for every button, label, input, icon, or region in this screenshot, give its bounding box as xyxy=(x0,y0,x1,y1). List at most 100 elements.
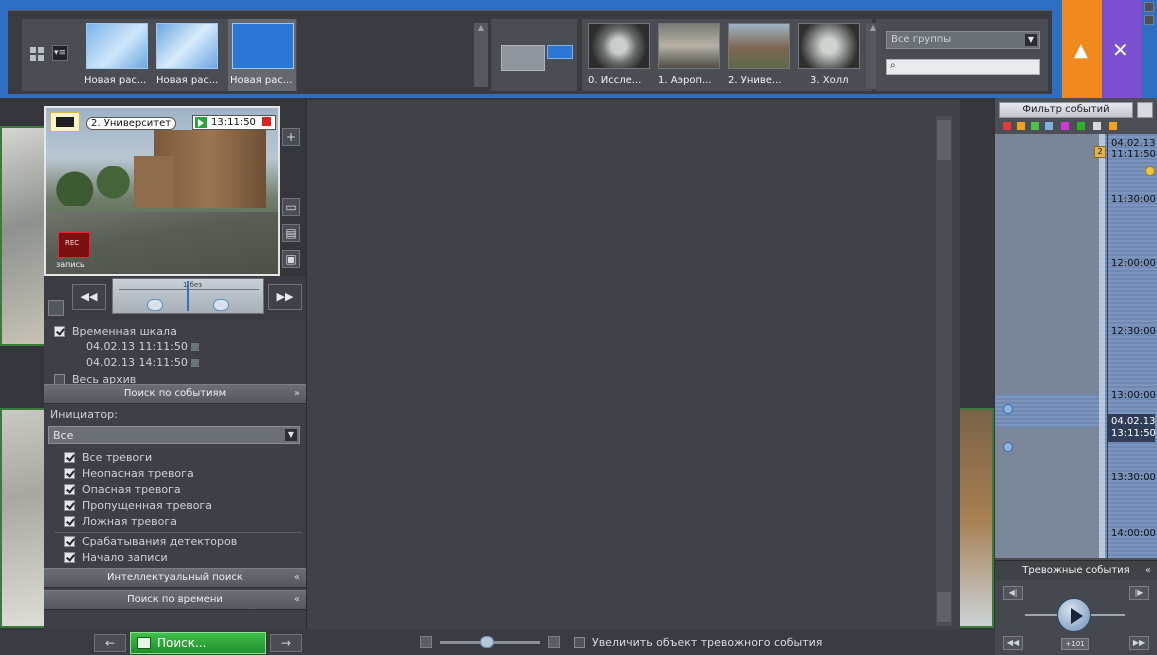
zoom-alarm-checkbox[interactable] xyxy=(574,637,585,648)
detector-icon[interactable] xyxy=(1077,122,1085,130)
calendar-icon[interactable] xyxy=(190,343,199,351)
rewind-button[interactable]: ◀◀ xyxy=(1003,636,1023,650)
monitor-icon[interactable]: ▭ xyxy=(282,198,300,216)
camera-search-input[interactable]: ⌕ xyxy=(886,59,1040,75)
alarm-type-checkbox[interactable] xyxy=(64,516,75,527)
step-forward-button[interactable]: ▶▶ xyxy=(268,284,302,310)
camera-icon[interactable] xyxy=(50,112,80,132)
time-label: 12:00:00 xyxy=(1111,258,1156,269)
alarm-type-label: Пропущенная тревога xyxy=(82,499,212,512)
fast-forward-button[interactable]: ▶▶ xyxy=(1129,636,1149,650)
toolbar-panel: ▾≡ Новая рас... Новая рас... Новая рас..… xyxy=(8,10,1052,94)
calendar-icon[interactable] xyxy=(190,359,199,367)
alarm-type-checkbox[interactable] xyxy=(64,484,75,495)
step-back-button[interactable]: ◀◀ xyxy=(72,284,106,310)
zoom-in-icon[interactable] xyxy=(548,636,560,648)
green-flag-icon[interactable] xyxy=(1031,122,1039,130)
prev-event-button[interactable]: ◀| xyxy=(1003,586,1023,600)
alarm-type-all[interactable]: Все тревоги xyxy=(44,450,306,466)
background-camera-left-bottom[interactable] xyxy=(0,408,48,628)
alarm-type-dangerous[interactable]: Опасная тревога xyxy=(44,482,306,498)
calendar-icon[interactable] xyxy=(1137,102,1153,118)
event-marker-icon[interactable] xyxy=(1003,404,1013,414)
record-start-option[interactable]: Начало записи xyxy=(44,550,306,566)
speed-up-icon[interactable] xyxy=(213,299,229,311)
time-search-header[interactable]: Поиск по времени « xyxy=(44,590,306,610)
archive-icon[interactable]: ▣ xyxy=(282,250,300,268)
background-camera-right[interactable] xyxy=(958,408,994,628)
forward-arrow-icon[interactable]: → xyxy=(270,634,302,652)
playback-controls: ◀◀ 1 без ▶▶ xyxy=(44,276,306,320)
red-flag-icon[interactable] xyxy=(1003,122,1011,130)
slow-down-icon[interactable] xyxy=(147,299,163,311)
zoom-in-icon[interactable]: + xyxy=(282,128,300,146)
date-from[interactable]: 04.02.13 11:11:50 xyxy=(86,340,348,356)
playback-scale-label: 1 без xyxy=(183,281,203,289)
events-filter-button[interactable]: Фильтр событий xyxy=(999,102,1133,118)
camera-window[interactable]: 2. Университет 13:11:50 запись xyxy=(44,106,280,276)
timeline-cursor[interactable] xyxy=(1099,134,1105,558)
timeline-start: 04.02.13 11:11:50 xyxy=(1111,138,1156,160)
camera-thumb-3[interactable] xyxy=(798,23,860,69)
alarm-type-checkbox[interactable] xyxy=(64,452,75,463)
timeline-checkbox[interactable] xyxy=(54,326,65,337)
layout-thumb-1[interactable] xyxy=(86,23,148,69)
timeline-marker[interactable]: 2 xyxy=(1094,146,1106,158)
pin-icon[interactable] xyxy=(1144,2,1154,12)
hand-icon[interactable] xyxy=(48,300,64,316)
alarm-type-checkbox[interactable] xyxy=(64,500,75,511)
initiator-select[interactable]: Все ▼ xyxy=(48,426,300,444)
zoom-out-icon[interactable] xyxy=(420,636,432,648)
orange-flag-icon[interactable] xyxy=(1017,122,1025,130)
layout-thumb-3[interactable] xyxy=(232,23,294,69)
record-start-checkbox[interactable] xyxy=(64,552,75,563)
background-camera-left-top[interactable] xyxy=(0,126,48,346)
export-icon[interactable]: ▤ xyxy=(282,224,300,242)
alarm-type-false[interactable]: Ложная тревога xyxy=(44,514,306,530)
alarm-type-missed[interactable]: Пропущенная тревога xyxy=(44,498,306,514)
speed-badge[interactable]: +101 xyxy=(1061,638,1089,650)
groups-select-value: Все группы xyxy=(891,34,952,45)
camera-thumb-2[interactable] xyxy=(728,23,790,69)
search-button-label: Поиск... xyxy=(157,636,207,650)
detectors-option[interactable]: Срабатывания детекторов xyxy=(44,534,306,550)
date-to-value: 04.02.13 14:11:50 xyxy=(86,356,188,369)
layout-menu-button[interactable]: ▾≡ xyxy=(52,45,68,61)
layout-preview[interactable] xyxy=(491,19,577,91)
layout-label-2: Новая рас... xyxy=(156,75,219,86)
playback-slider[interactable]: 1 без xyxy=(112,278,264,314)
chevron-down-icon[interactable]: ▼ xyxy=(285,429,297,441)
camera-thumb-0[interactable] xyxy=(588,23,650,69)
layouts-scrollbar[interactable]: ▲ xyxy=(474,23,488,87)
magenta-icon[interactable] xyxy=(1061,122,1069,130)
results-scrollbar[interactable] xyxy=(936,116,952,626)
settings-tab[interactable]: ✕ xyxy=(1102,0,1142,98)
alarm-type-safe[interactable]: Неопасная тревога xyxy=(44,466,306,482)
chevron-down-icon[interactable]: ▼ xyxy=(1025,34,1037,46)
zoom-slider-knob[interactable] xyxy=(480,636,494,648)
blue-flag-icon[interactable] xyxy=(1045,122,1053,130)
audio-icon[interactable] xyxy=(1093,122,1101,130)
events-search-header[interactable]: Поиск по событиям » xyxy=(44,384,306,404)
timeline-start-time: 11:11:50 xyxy=(1111,149,1156,160)
search-button[interactable]: Поиск... xyxy=(130,632,266,654)
next-event-button[interactable]: |▶ xyxy=(1129,586,1149,600)
date-to[interactable]: 04.02.13 14:11:50 xyxy=(86,356,348,372)
alarm-type-checkbox[interactable] xyxy=(64,468,75,479)
camera-thumb-1[interactable] xyxy=(658,23,720,69)
layout-thumb-2[interactable] xyxy=(156,23,218,69)
smart-search-header[interactable]: Интеллектуальный поиск « xyxy=(44,568,306,588)
detectors-checkbox[interactable] xyxy=(64,536,75,547)
groups-select[interactable]: Все группы ▼ xyxy=(886,31,1040,49)
play-button[interactable] xyxy=(1057,598,1091,632)
back-arrow-icon[interactable]: ← xyxy=(94,634,126,652)
alarm-type-label: Неопасная тревога xyxy=(82,467,194,480)
record-button[interactable] xyxy=(58,232,90,258)
collapse-icon[interactable] xyxy=(1144,15,1154,25)
timeline-option[interactable]: Временная шкала xyxy=(44,324,306,340)
misc-icon[interactable] xyxy=(1109,122,1117,130)
event-marker-icon[interactable] xyxy=(1003,442,1013,452)
alarm-events-header[interactable]: Тревожные события « xyxy=(995,560,1157,580)
alarms-tab[interactable]: ▲ xyxy=(1062,0,1102,98)
grid-icon[interactable] xyxy=(30,47,44,61)
